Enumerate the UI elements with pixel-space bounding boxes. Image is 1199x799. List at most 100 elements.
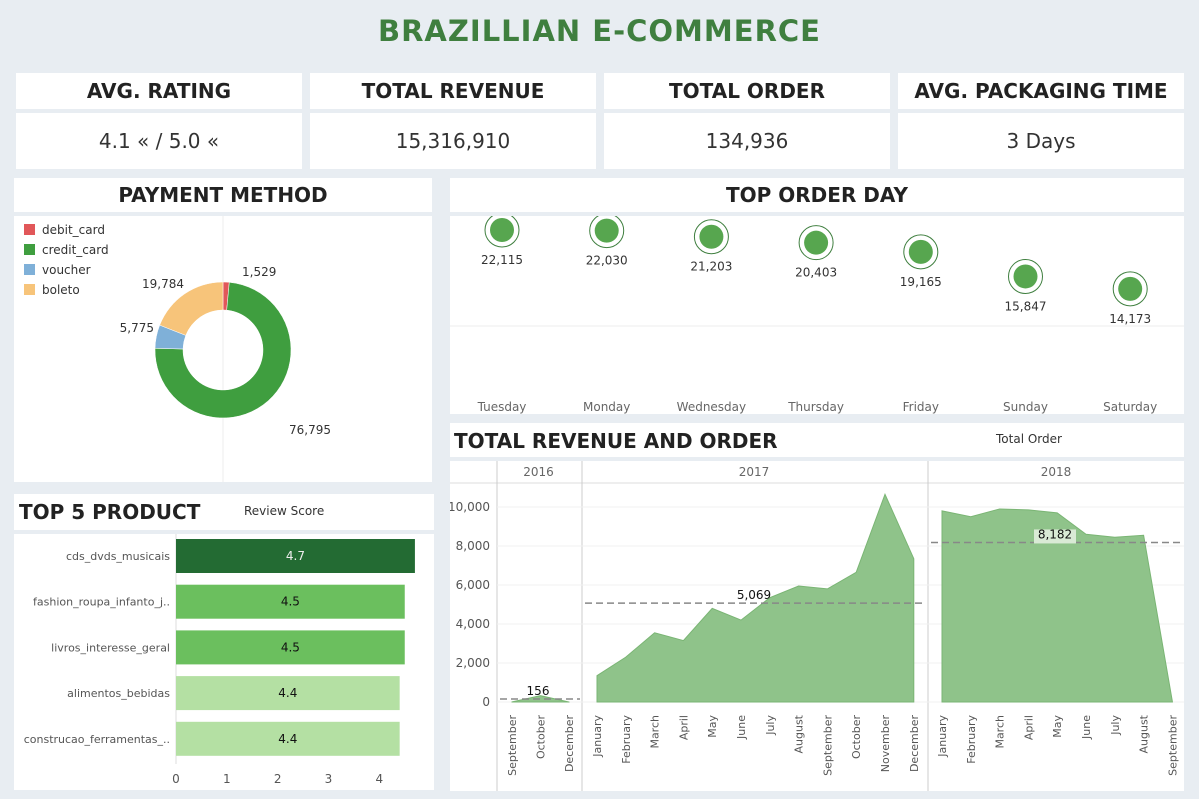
month-label-2018-March: March — [994, 715, 1007, 749]
month-label-2018-July: July — [1109, 715, 1122, 736]
day-dot-Monday — [594, 218, 619, 243]
day-dot-Friday — [908, 239, 933, 264]
product-value-4: 4.4 — [278, 732, 297, 746]
donut-label-credit_card: 76,795 — [289, 423, 331, 437]
month-label-2018-May: May — [1051, 715, 1064, 738]
month-label-2018-April: April — [1022, 715, 1035, 740]
day-axis-label-Thursday: Thursday — [787, 400, 844, 414]
kpi-orders-label: TOTAL ORDER — [669, 79, 825, 103]
revenue-panel: 0 2,000 4,000 6,000 8,000 10,000 2016 156 Septem… — [448, 461, 1184, 791]
kpi-rating-card: 4.1 « / 5.0 « — [16, 113, 302, 169]
area-ytick-2: 4,000 — [456, 617, 490, 631]
product-xtick-1: 1 — [223, 772, 231, 786]
donut-label-debit_card: 1,529 — [242, 265, 276, 279]
donut-label-voucher: 5,775 — [120, 321, 154, 335]
area-ytick-1: 2,000 — [456, 656, 490, 670]
day-axis-label-Sunday: Sunday — [1003, 400, 1048, 414]
month-label-2018-September: September — [1166, 715, 1179, 776]
kpi-rating-value: 4.1 « / 5.0 « — [98, 129, 220, 153]
top-order-day-chart: 22,115 Tuesday 22,030 Monday 21,203 Wednesday… — [450, 212, 1184, 414]
legend-swatch-boleto — [24, 284, 35, 295]
day-value-Saturday: 14,173 — [1109, 312, 1151, 326]
kpi-rating-header: AVG. RATING — [16, 73, 302, 109]
day-axis-label-Saturday: Saturday — [1103, 400, 1157, 414]
kpi-rating-label: AVG. RATING — [86, 79, 232, 103]
month-label-2018-January: January — [936, 715, 949, 758]
avg-label-2017: 5,069 — [737, 588, 771, 602]
day-axis-label-Tuesday: Tuesday — [477, 400, 527, 414]
product-label-2: livros_interesse_geral — [51, 641, 170, 654]
area-ytick-4: 8,000 — [456, 539, 490, 553]
product-xtick-3: 3 — [325, 772, 333, 786]
kpi-orders-card: 134,936 — [604, 113, 890, 169]
month-label-2017-April: April — [677, 715, 690, 740]
avg-label-2016: 156 — [527, 684, 550, 698]
legend-swatch-credit_card — [24, 244, 35, 255]
area-ytick-5: 10,000 — [450, 500, 490, 514]
product-subtitle: Review Score — [244, 504, 325, 518]
month-label-2017-May: May — [706, 715, 719, 738]
product-header: TOP 5 PRODUCT Review Score — [14, 494, 434, 530]
day-dot-Thursday — [804, 230, 829, 255]
day-dot-Wednesday — [699, 224, 724, 249]
product-xtick-0: 0 — [172, 772, 180, 786]
kpi-orders-value: 134,936 — [705, 129, 789, 153]
product-value-1: 4.5 — [281, 595, 300, 609]
month-label-2017-February: February — [620, 715, 633, 764]
kpi-revenue-header: TOTAL REVENUE — [310, 73, 596, 109]
product-xtick-2: 2 — [274, 772, 282, 786]
kpi-revenue-label: TOTAL REVENUE — [361, 79, 545, 103]
payment-header: PAYMENT METHOD — [14, 178, 432, 212]
kpi-revenue-value: 15,316,910 — [395, 129, 511, 153]
month-label-2017-July: July — [764, 715, 777, 736]
area-ytick-0: 0 — [482, 695, 490, 709]
month-label-2017-August: August — [793, 714, 806, 753]
legend-label-boleto: boleto — [42, 283, 80, 297]
legend-label-credit_card: credit_card — [42, 243, 109, 257]
day-value-Sunday: 15,847 — [1005, 299, 1047, 313]
legend-swatch-debit_card — [24, 224, 35, 235]
product-xtick-4: 4 — [376, 772, 384, 786]
kpi-packaging-card: 3 Days — [898, 113, 1184, 169]
day-value-Friday: 19,165 — [900, 275, 942, 289]
month-label-2018-February: February — [965, 715, 978, 764]
product-title: TOP 5 PRODUCT — [19, 500, 201, 524]
day-axis-label-Friday: Friday — [903, 400, 939, 414]
product-value-2: 4.5 — [281, 640, 300, 654]
avg-label-2018: 8,182 — [1038, 527, 1072, 541]
month-label-2018-August: August — [1138, 714, 1151, 753]
day-value-Monday: 22,030 — [586, 254, 628, 268]
payment-panel: debit_card credit_card voucher boleto 1,529 7… — [14, 216, 432, 482]
product-label-4: construcao_ferramentas_.. — [24, 733, 170, 746]
year-label-2016: 2016 — [523, 465, 554, 479]
kpi-packaging-label: AVG. PACKAGING TIME — [914, 79, 1168, 103]
month-label-2017-June: June — [735, 715, 748, 740]
product-value-3: 4.4 — [278, 686, 297, 700]
month-label-2017-November: November — [879, 715, 892, 773]
year-label-2017: 2017 — [739, 465, 770, 479]
kpi-orders-header: TOTAL ORDER — [604, 73, 890, 109]
product-value-0: 4.7 — [286, 549, 305, 563]
revenue-subtitle: Total Order — [996, 432, 1062, 446]
day-dot-Tuesday — [490, 217, 514, 242]
day-axis-label-Wednesday: Wednesday — [677, 400, 746, 414]
month-label-2017-October: October — [850, 715, 863, 759]
area-ytick-3: 6,000 — [456, 578, 490, 592]
month-label-2017-December: December — [908, 715, 921, 773]
day-dot-Sunday — [1013, 264, 1038, 289]
product-label-1: fashion_roupa_infanto_j.. — [33, 596, 170, 609]
legend-label-voucher: voucher — [42, 263, 91, 277]
month-label-2016-December: December — [563, 715, 576, 773]
day-value-Wednesday: 21,203 — [690, 260, 732, 274]
month-label-2018-June: June — [1080, 715, 1093, 740]
product-label-0: cds_dvds_musicais — [66, 550, 170, 563]
month-label-2017-September: September — [821, 715, 834, 776]
top-product-bar-chart: 4.7 cds_dvds_musicais 4.5 fashion_roupa_inf… — [24, 534, 415, 786]
day-value-Thursday: 20,403 — [795, 266, 837, 280]
topday-title: TOP ORDER DAY — [726, 183, 908, 207]
month-label-2017-March: March — [649, 715, 662, 749]
payment-donut-chart: debit_card credit_cardvoucher boleto 1,529 7… — [24, 216, 331, 482]
kpi-packaging-value: 3 Days — [1006, 129, 1076, 153]
product-panel: 4.7 cds_dvds_musicais 4.5 fashion_roupa_inf… — [14, 534, 434, 790]
revenue-title: TOTAL REVENUE AND ORDER — [454, 429, 778, 453]
